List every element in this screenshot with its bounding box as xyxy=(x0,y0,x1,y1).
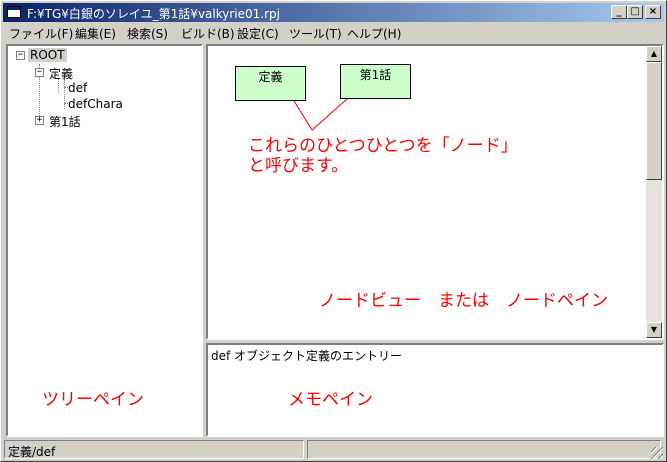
menu-help[interactable]: ヘルプ(H) xyxy=(347,25,401,42)
menu-file[interactable]: ファイル(F) xyxy=(9,25,73,42)
scroll-up-icon[interactable]: ▲ xyxy=(646,46,662,62)
app-icon xyxy=(7,6,21,18)
close-button[interactable]: × xyxy=(645,5,661,19)
maximize-button[interactable]: □ xyxy=(627,5,643,19)
memo-text[interactable]: def オブジェクト定義のエントリー xyxy=(211,347,402,364)
menu-tools[interactable]: ツール(T) xyxy=(289,25,342,42)
tree-item-defchara[interactable]: defChara xyxy=(68,97,123,111)
title-bar[interactable]: F:¥TG¥白銀のソレイユ_第1話¥valkyrie01.rpj _ □ × xyxy=(3,3,664,22)
tree-item-dai1wa[interactable]: 第1話 xyxy=(49,113,81,130)
status-panel-empty xyxy=(307,440,661,459)
status-bar: 定義/def xyxy=(3,439,664,460)
tree-collapse-icon[interactable]: − xyxy=(16,51,25,60)
menu-settings[interactable]: 設定(C) xyxy=(237,25,279,42)
minimize-button[interactable]: _ xyxy=(611,5,627,19)
window-title: F:¥TG¥白銀のソレイユ_第1話¥valkyrie01.rpj xyxy=(27,7,280,21)
tree-collapse-icon[interactable]: − xyxy=(35,68,44,77)
tree-connector xyxy=(64,79,65,109)
scroll-down-icon[interactable]: ▼ xyxy=(646,322,662,338)
tree-item-def[interactable]: def xyxy=(68,81,87,95)
tree-expand-icon[interactable]: + xyxy=(35,116,44,125)
tree-item-teigi[interactable]: 定義 xyxy=(49,65,73,82)
annotation-tree-pane: ツリーペイン xyxy=(42,390,144,410)
tree-item-root[interactable]: ROOT xyxy=(28,48,67,62)
resize-grip-icon[interactable] xyxy=(651,447,663,459)
status-path: 定義/def xyxy=(4,440,304,459)
app-window: F:¥TG¥白銀のソレイユ_第1話¥valkyrie01.rpj _ □ × フ… xyxy=(0,0,667,462)
menu-edit[interactable]: 編集(E) xyxy=(75,25,116,42)
memo-pane[interactable]: def オブジェクト定義のエントリー メモペイン xyxy=(206,343,664,437)
annotation-memo-pane: メモペイン xyxy=(288,390,373,410)
tree-pane[interactable]: − ROOT − 定義 def defChara + 第1話 ツリーペイン xyxy=(6,44,203,437)
node-view-scrollbar[interactable]: ▲ ▼ xyxy=(646,46,662,338)
annotation-node-view: ノードビュー または ノードペイン xyxy=(319,291,608,311)
scroll-thumb[interactable] xyxy=(646,62,662,180)
annotation-node-caption-2: と呼びます。 xyxy=(248,156,349,176)
menu-bar: ファイル(F) 編集(E) 検索(S) ビルド(B) 設定(C) ツール(T) … xyxy=(3,23,664,42)
menu-search[interactable]: 検索(S) xyxy=(127,25,168,42)
menu-build[interactable]: ビルド(B) xyxy=(181,25,235,42)
node-view-pane[interactable]: 定義 第1話 これらのひとつひとつを「ノード」 と呼びます。 ノードビュー また… xyxy=(206,44,664,340)
